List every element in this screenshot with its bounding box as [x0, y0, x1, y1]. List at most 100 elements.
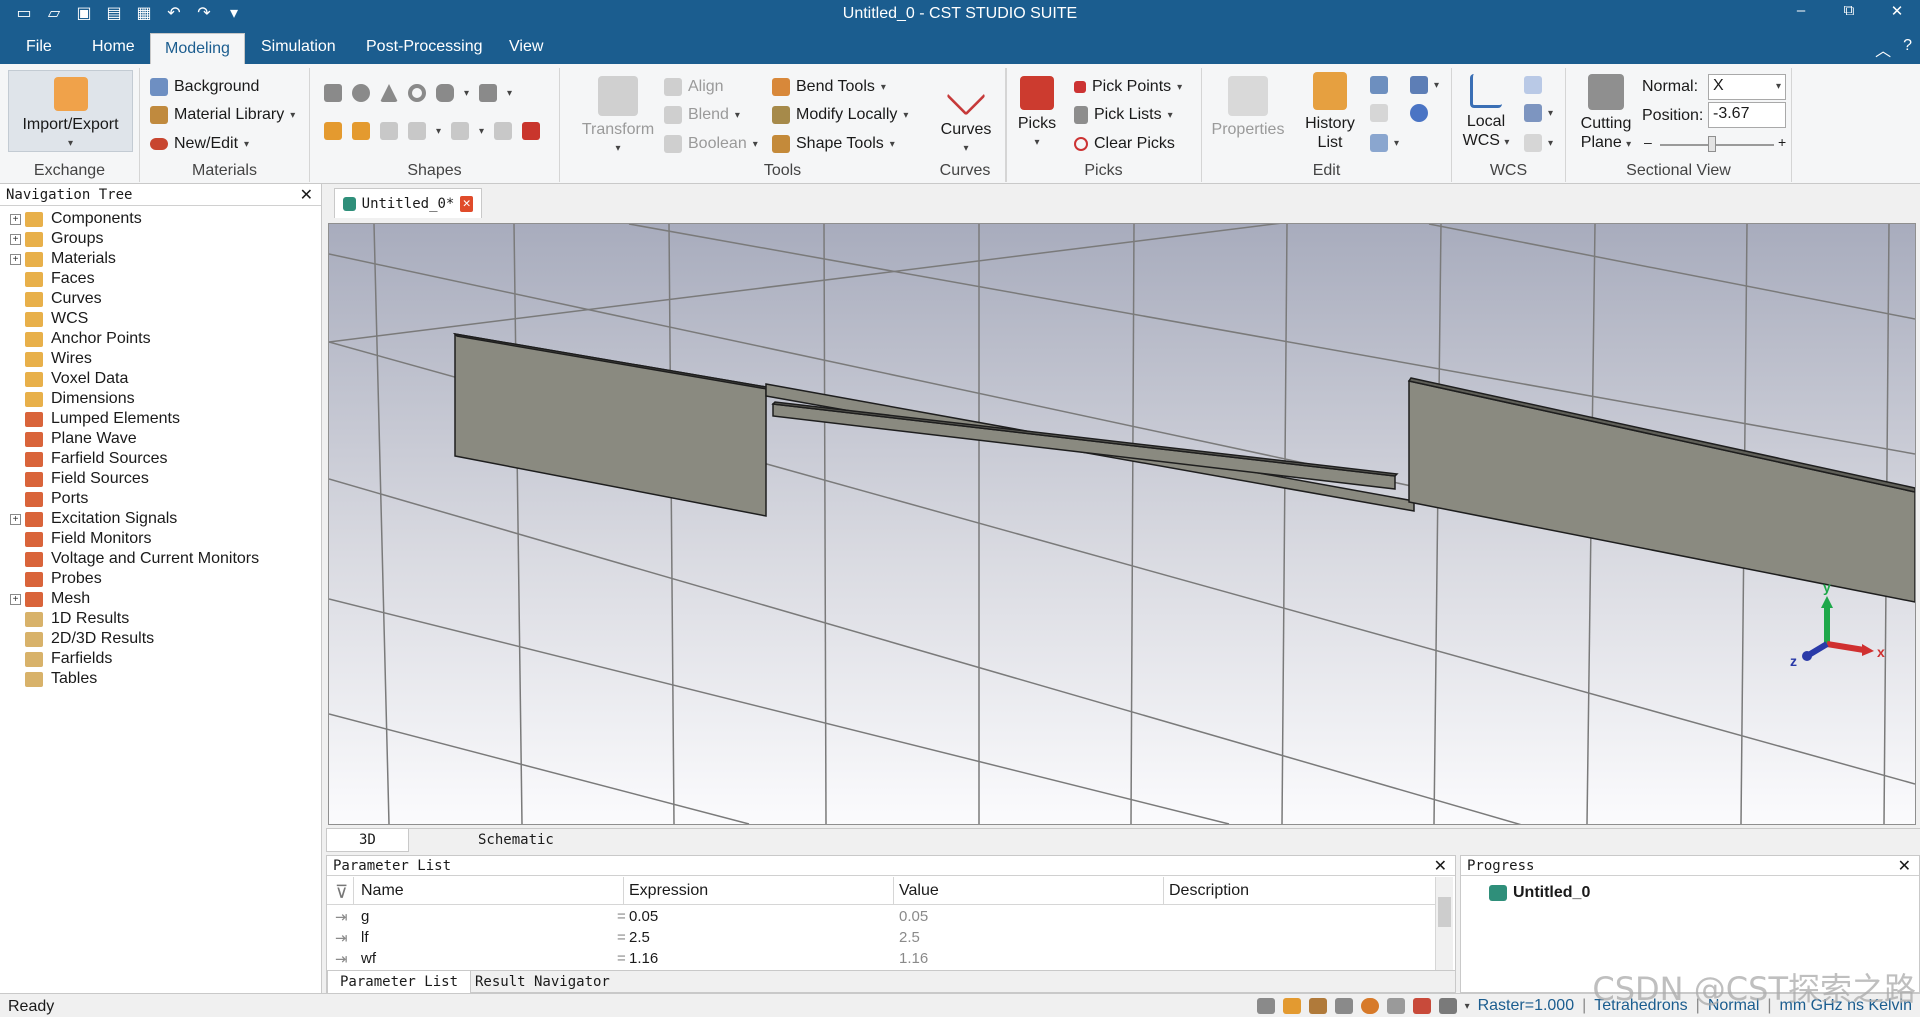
table-row[interactable]: ⇥ wf = 1.16 1.16: [327, 948, 1435, 969]
expand-icon[interactable]: +: [10, 253, 21, 265]
tree-item[interactable]: + Mesh: [10, 589, 90, 609]
table-row[interactable]: ⇥ g = 0.05 0.05: [327, 906, 1435, 927]
import-export-button[interactable]: Import/Export ▾: [8, 70, 133, 152]
expand-icon[interactable]: +: [10, 513, 21, 525]
parameter-expression[interactable]: 2.5: [629, 929, 650, 946]
cylinder-icon[interactable]: [436, 84, 454, 102]
transform-button[interactable]: Transform ▾: [568, 76, 668, 158]
boolean-button[interactable]: Boolean ▾: [664, 135, 758, 153]
cone-icon[interactable]: [380, 84, 398, 102]
tree-item[interactable]: Dimensions: [10, 389, 135, 409]
document-tab[interactable]: Untitled_0* ✕: [334, 188, 482, 218]
local-wcs-button[interactable]: Local WCS ▾: [1458, 74, 1514, 152]
minimize-button[interactable]: –: [1790, 2, 1812, 20]
extrude-face-icon[interactable]: [324, 122, 342, 140]
3d-scene[interactable]: y x z: [328, 143, 1916, 940]
tree-item[interactable]: Farfield Sources: [10, 449, 168, 469]
tree-item[interactable]: Farfields: [10, 649, 112, 669]
tree-item[interactable]: Ports: [10, 489, 88, 509]
tree-item[interactable]: Field Monitors: [10, 529, 151, 549]
tree-item[interactable]: 1D Results: [10, 609, 129, 629]
wire-icon[interactable]: [494, 122, 513, 140]
wcs-disabled-button[interactable]: ▾: [1524, 134, 1553, 152]
picks-button[interactable]: Picks ▾: [1010, 76, 1064, 152]
trace-icon[interactable]: [451, 122, 470, 140]
slider-plus[interactable]: +: [1778, 134, 1786, 150]
torus-icon[interactable]: [408, 84, 426, 102]
tree-item[interactable]: + Excitation Signals: [10, 509, 177, 529]
wcs-align-button[interactable]: [1524, 76, 1542, 94]
edit-tools-button[interactable]: ▾: [1410, 76, 1439, 94]
tab-schematic[interactable]: Schematic: [478, 832, 554, 848]
position-field[interactable]: -3.67: [1708, 102, 1786, 128]
close-progress-button[interactable]: ✕: [1898, 856, 1911, 876]
tree-item[interactable]: Field Sources: [10, 469, 149, 489]
tree-item[interactable]: Plane Wave: [10, 429, 137, 449]
table-row[interactable]: ⇥ lf = 2.5 2.5: [327, 927, 1435, 948]
properties-button[interactable]: Properties: [1206, 76, 1290, 139]
info-button[interactable]: [1410, 104, 1428, 122]
clear-picks-button[interactable]: Clear Picks: [1074, 135, 1175, 153]
tree-item[interactable]: Wires: [10, 349, 92, 369]
expand-icon[interactable]: +: [10, 593, 21, 605]
cutting-plane-button[interactable]: Cutting Plane ▾: [1570, 74, 1642, 154]
rotate-face-icon[interactable]: [352, 122, 370, 140]
column-name[interactable]: Name: [361, 882, 404, 900]
column-description[interactable]: Description: [1169, 882, 1249, 900]
bend-tools-button[interactable]: Bend Tools ▾: [772, 78, 886, 96]
parameter-expression[interactable]: 0.05: [629, 908, 658, 925]
tree-item[interactable]: 2D/3D Results: [10, 629, 154, 649]
tree-item[interactable]: + Components: [10, 209, 142, 229]
pan-icon[interactable]: [1282, 998, 1301, 1014]
filter-icon[interactable]: ⊽: [335, 882, 348, 903]
tree-item[interactable]: Voxel Data: [10, 369, 128, 389]
align-button[interactable]: Align: [664, 78, 724, 96]
column-value[interactable]: Value: [899, 882, 939, 900]
expand-icon[interactable]: +: [10, 233, 21, 245]
tab-file[interactable]: File: [26, 38, 52, 56]
new-edit-material-button[interactable]: New/Edit ▾: [150, 135, 249, 153]
tree-item[interactable]: Probes: [10, 569, 102, 589]
rotate-icon[interactable]: [1308, 998, 1327, 1014]
tab-3d[interactable]: 3D: [326, 829, 409, 852]
tab-parameter-list[interactable]: Parameter List: [327, 971, 472, 994]
restore-button[interactable]: ⧉: [1838, 2, 1860, 20]
normal-select[interactable]: X ▾: [1708, 74, 1786, 100]
3d-viewport[interactable]: y x z: [328, 143, 1916, 940]
position-slider-track[interactable]: [1660, 144, 1774, 146]
progress-item[interactable]: Untitled_0: [1489, 884, 1590, 902]
tab-post-processing[interactable]: Post-Processing: [366, 38, 483, 56]
help-icon[interactable]: ?: [1903, 37, 1912, 61]
status-raster[interactable]: Raster=1.000: [1478, 997, 1575, 1015]
edit-disabled-button[interactable]: [1370, 104, 1388, 122]
tree-item[interactable]: Lumped Elements: [10, 409, 180, 429]
tree-item[interactable]: + Materials: [10, 249, 116, 269]
tree-item[interactable]: WCS: [10, 309, 88, 329]
tab-simulation[interactable]: Simulation: [261, 38, 336, 56]
reset-view-icon[interactable]: [1360, 998, 1379, 1014]
tree-item[interactable]: Curves: [10, 289, 102, 309]
calculator-button[interactable]: [1370, 76, 1388, 94]
tab-result-navigator[interactable]: Result Navigator: [475, 974, 610, 990]
pick-points-button[interactable]: Pick Points ▾: [1074, 78, 1182, 96]
column-expression[interactable]: Expression: [629, 882, 708, 900]
modify-locally-button[interactable]: Modify Locally ▾: [772, 106, 908, 124]
history-list-button[interactable]: History List: [1294, 72, 1366, 152]
tree-item[interactable]: Tables: [10, 669, 97, 689]
background-button[interactable]: Background: [150, 78, 259, 96]
loft-icon[interactable]: [380, 122, 398, 140]
tree-item[interactable]: + Groups: [10, 229, 103, 249]
material-library-button[interactable]: Material Library ▾: [150, 106, 295, 124]
sweep-icon[interactable]: [408, 122, 426, 140]
parameter-expression[interactable]: 1.16: [629, 950, 658, 967]
tree-item[interactable]: Voltage and Current Monitors: [10, 549, 259, 569]
close-navigation-tree-button[interactable]: ✕: [300, 185, 313, 205]
curves-button[interactable]: Curves ▾: [931, 76, 1001, 158]
shape-tools-button[interactable]: Shape Tools ▾: [772, 135, 895, 153]
close-window-button[interactable]: ✕: [1886, 2, 1908, 20]
tree-item[interactable]: Faces: [10, 269, 95, 289]
bondwire-icon[interactable]: [522, 122, 541, 140]
close-parameter-list-button[interactable]: ✕: [1434, 856, 1447, 876]
tree-item[interactable]: Anchor Points: [10, 329, 151, 349]
view-options-icon[interactable]: [1438, 998, 1457, 1014]
